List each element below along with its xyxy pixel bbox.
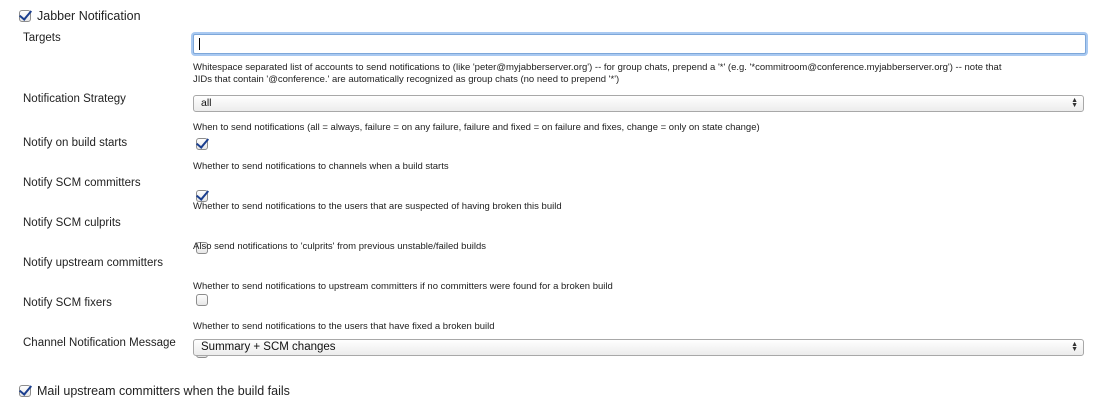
targets-help-line2: JIDs that contain '@conference.' are aut… <box>193 74 620 85</box>
targets-input[interactable] <box>193 34 1086 54</box>
mail-upstream-title: Mail upstream committers when the build … <box>37 384 290 398</box>
notify-scm-culprits-help: Also send notifications to 'culprits' fr… <box>193 241 487 252</box>
notify-scm-fixers-label: Notify SCM fixers <box>23 297 112 309</box>
jabber-config-page: Jabber Notification Targets Whitespace s… <box>0 0 1112 405</box>
notify-upstream-committers-label: Notify upstream committers <box>23 257 163 269</box>
text-caret <box>199 38 200 50</box>
strategy-select[interactable]: all ▲ ▼ <box>193 95 1084 112</box>
notify-build-starts-label: Notify on build starts <box>23 137 128 149</box>
strategy-label: Notification Strategy <box>23 93 126 105</box>
mail-upstream-checkbox[interactable] <box>19 385 31 397</box>
targets-label: Targets <box>23 32 61 44</box>
select-arrows-icon: ▲ ▼ <box>1071 341 1078 353</box>
notify-scm-committers-help: Whether to send notifications to the use… <box>193 201 562 212</box>
channel-message-select[interactable]: Summary + SCM changes ▲ ▼ <box>193 339 1084 356</box>
strategy-selected-value: all <box>201 97 212 109</box>
notify-build-starts-help: Whether to send notifications to channel… <box>193 161 449 172</box>
notify-upstream-committers-checkbox[interactable] <box>196 294 208 306</box>
jabber-notification-checkbox[interactable] <box>19 10 31 22</box>
channel-message-selected-value: Summary + SCM changes <box>201 341 336 353</box>
mail-upstream-section-header: Mail upstream committers when the build … <box>19 384 290 398</box>
notify-scm-committers-label: Notify SCM committers <box>23 177 141 189</box>
select-arrows-icon: ▲ ▼ <box>1071 97 1078 109</box>
channel-message-label: Channel Notification Message <box>23 337 176 349</box>
targets-help-line1: Whitespace separated list of accounts to… <box>193 62 1002 73</box>
jabber-notification-title: Jabber Notification <box>37 9 141 23</box>
strategy-help: When to send notifications (all = always… <box>193 122 760 133</box>
notify-scm-fixers-help: Whether to send notifications to the use… <box>193 321 495 332</box>
notify-upstream-committers-help: Whether to send notifications to upstrea… <box>193 281 613 292</box>
notify-scm-culprits-label: Notify SCM culprits <box>23 217 121 229</box>
jabber-section-header: Jabber Notification <box>19 9 141 23</box>
notify-build-starts-checkbox[interactable] <box>196 138 208 150</box>
